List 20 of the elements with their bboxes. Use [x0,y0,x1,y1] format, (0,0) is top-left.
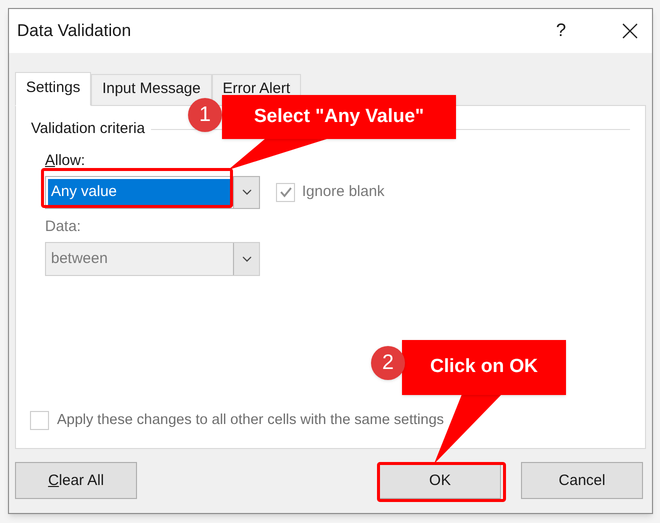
window-title: Data Validation [17,20,132,42]
close-icon[interactable] [622,22,638,39]
dialog-button[interactable]: Clear All [15,462,137,500]
help-button[interactable]: ? [556,17,566,44]
group-title: Validation criteria [31,118,145,139]
callout-text: Click on OK [430,355,538,380]
allow-dropdown[interactable]: Any value [45,176,260,209]
checkbox-label: Apply these changes to all other cells with the same settings [57,411,444,430]
field-label: Data: [45,216,81,237]
caret-icon [242,189,252,196]
dialog-button[interactable]: OK [379,462,501,500]
callout-text: Select "Any Value" [254,104,424,129]
caret-icon [242,256,252,262]
check-icon [278,185,292,200]
tab[interactable]: Input Message [91,74,212,105]
tab[interactable]: Settings [15,72,92,106]
checkbox-label: Ignore blank [302,182,385,202]
dropdown-value: Any value [48,178,233,206]
field-label: Allow: [45,151,86,172]
dialog-button[interactable]: Cancel [521,462,643,500]
